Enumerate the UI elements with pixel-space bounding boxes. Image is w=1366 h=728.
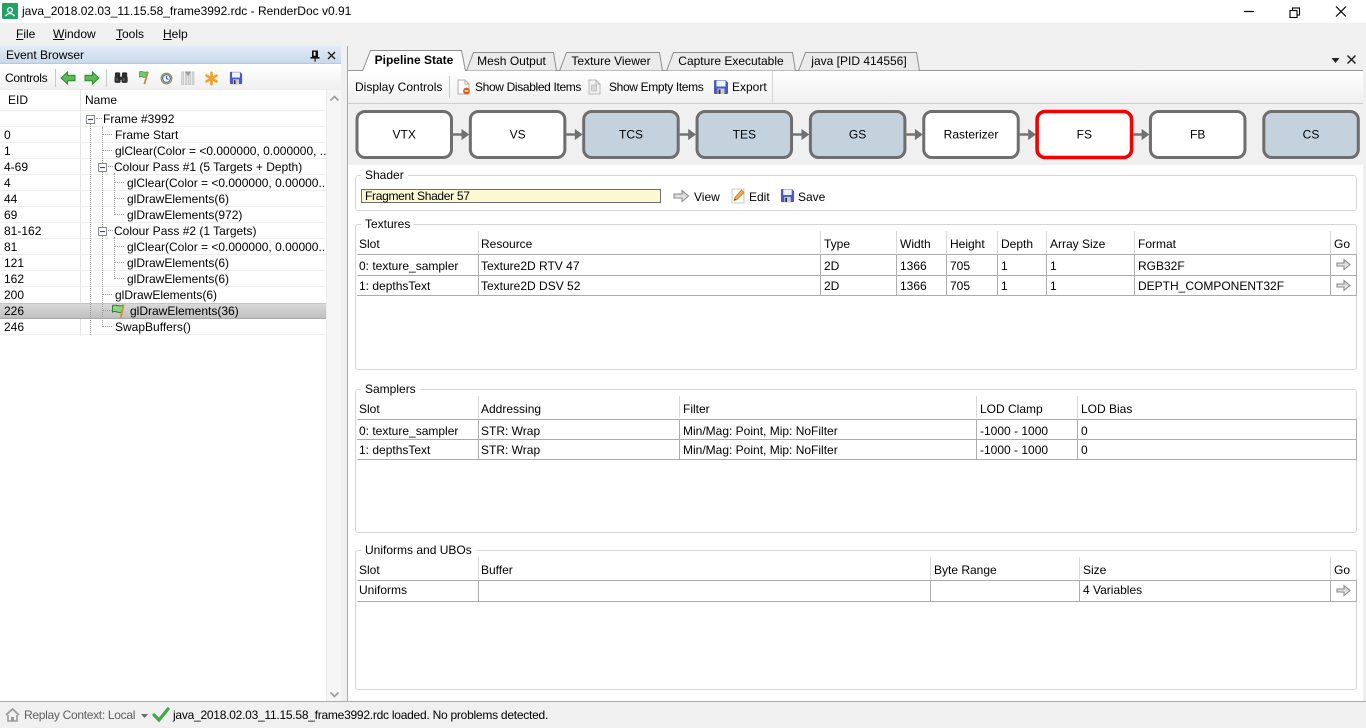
svg-text:FS: FS [1077,128,1092,142]
svg-text:VTX: VTX [393,128,416,142]
svg-text:CS: CS [1303,128,1320,142]
svg-text:VS: VS [510,128,526,142]
svg-text:TCS: TCS [619,128,643,142]
svg-text:FB: FB [1190,128,1205,142]
svg-text:TES: TES [733,128,756,142]
svg-text:Rasterizer: Rasterizer [944,128,999,142]
svg-text:GS: GS [849,128,866,142]
